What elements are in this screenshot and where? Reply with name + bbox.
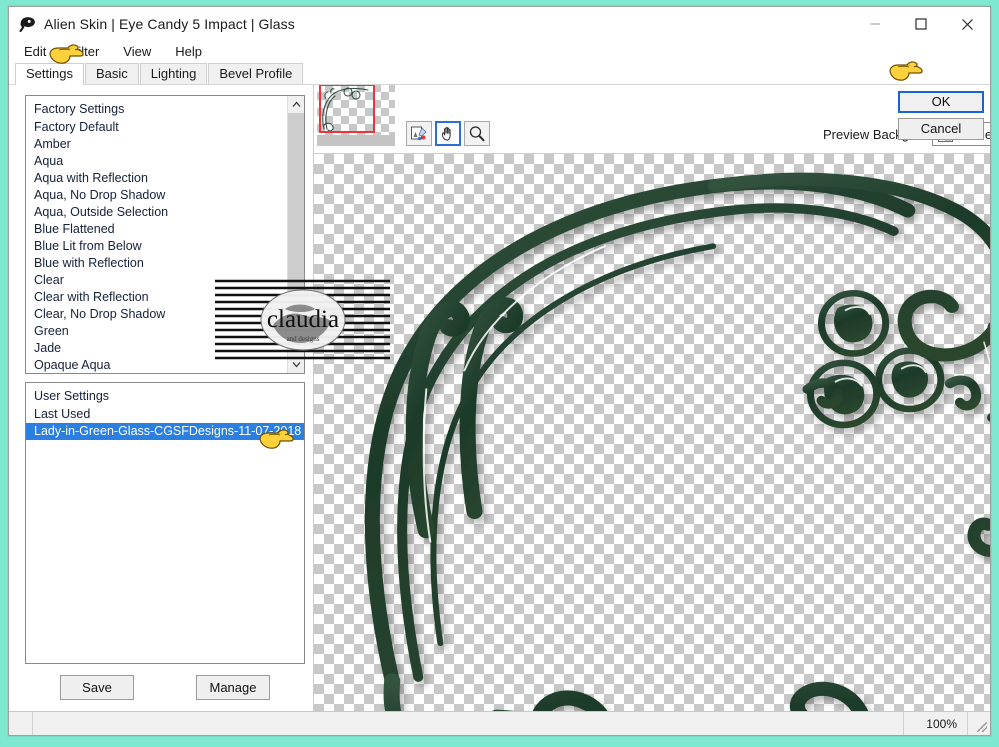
list-item[interactable]: Aqua, Outside Selection [26, 204, 287, 221]
manage-button[interactable]: Manage [196, 675, 270, 701]
scroll-track[interactable] [288, 113, 304, 356]
list-item[interactable]: Opaque Aqua [26, 357, 287, 373]
list-item[interactable]: Blue Flattened [26, 221, 287, 238]
list-item[interactable]: Clear [26, 272, 287, 289]
factory-settings-list-items: Factory Settings Factory Default Amber A… [26, 96, 287, 373]
app-logo-icon [18, 14, 38, 34]
menu-item-edit[interactable]: Edit [19, 43, 55, 61]
save-button[interactable]: Save [60, 675, 134, 701]
title-bar: Alien Skin | Eye Candy 5 Impact | Glass [9, 7, 990, 41]
sample-color-tool[interactable] [406, 121, 432, 146]
menu-bar: Edit Filter View Help [9, 41, 990, 63]
work-area: Factory Settings Factory Default Amber A… [9, 85, 990, 711]
maximize-icon[interactable] [898, 7, 944, 41]
preview-canvas[interactable] [314, 153, 990, 711]
user-settings-list[interactable]: User Settings Last Used Lady-in-Green-Gl… [25, 382, 305, 665]
factory-list-scrollbar[interactable] [287, 96, 304, 374]
list-item[interactable]: Blue Lit from Below [26, 238, 287, 255]
thumbnail-selection-rect[interactable] [319, 85, 375, 133]
close-icon[interactable] [944, 7, 990, 41]
application-window: Alien Skin | Eye Candy 5 Impact | Glass … [8, 6, 991, 736]
settings-panel: Factory Settings Factory Default Amber A… [9, 85, 314, 711]
tab-settings[interactable]: Settings [15, 63, 84, 85]
tab-strip: Settings Basic Lighting Bevel Profile [9, 63, 990, 85]
list-item-selected-row[interactable]: Lady-in-Green-Glass-CGSFDesigns-11-07-20… [26, 423, 304, 441]
menu-item-help[interactable]: Help [170, 43, 211, 61]
tab-lighting[interactable]: Lighting [139, 63, 208, 84]
resize-grip-icon[interactable] [968, 712, 990, 735]
list-item[interactable]: Clear with Reflection [26, 289, 287, 306]
menu-item-filter[interactable]: Filter [65, 43, 108, 61]
scroll-thumb[interactable] [288, 113, 304, 337]
settings-action-buttons: Save Manage [25, 664, 305, 711]
list-item[interactable]: Last Used [26, 406, 304, 423]
window-controls [852, 7, 990, 41]
user-settings-list-items: User Settings Last Used Lady-in-Green-Gl… [26, 383, 304, 663]
preview-thumbnail[interactable] [317, 85, 395, 146]
cancel-button[interactable]: Cancel [898, 118, 984, 140]
scroll-down-icon[interactable] [288, 356, 304, 374]
list-item-selected[interactable]: Lady-in-Green-Glass-CGSFDesigns-11-07-20… [26, 423, 304, 441]
scroll-up-icon[interactable] [288, 96, 304, 113]
tab-bevel-profile[interactable]: Bevel Profile [208, 63, 304, 84]
dialog-buttons: OK Cancel [898, 91, 984, 145]
preview-tool-group [406, 121, 493, 146]
factory-settings-list[interactable]: Factory Settings Factory Default Amber A… [25, 95, 305, 375]
preview-artwork [364, 172, 990, 711]
ok-button[interactable]: OK [898, 91, 984, 113]
zoom-tool[interactable] [464, 121, 490, 146]
menu-item-view[interactable]: View [118, 43, 160, 61]
list-item[interactable]: Green [26, 323, 287, 340]
list-item[interactable]: Aqua [26, 153, 287, 170]
list-item[interactable]: Aqua, No Drop Shadow [26, 187, 287, 204]
list-item[interactable]: Amber [26, 136, 287, 153]
list-item[interactable]: Factory Default [26, 119, 287, 136]
pan-hand-tool[interactable] [435, 121, 461, 146]
list-item-group-header: User Settings [34, 389, 110, 404]
status-bar: 100% [9, 711, 990, 735]
thumbnail-footer-strip [317, 135, 395, 146]
status-left-cell [9, 712, 33, 735]
list-item[interactable]: Clear, No Drop Shadow [26, 306, 287, 323]
list-item[interactable]: Blue with Reflection [26, 255, 287, 272]
status-message [33, 712, 904, 735]
preview-panel: Preview Background: None [314, 85, 990, 711]
minimize-icon[interactable] [852, 7, 898, 41]
preview-toolbar: Preview Background: None [314, 85, 990, 153]
list-item[interactable]: Jade [26, 340, 287, 357]
list-item-group-header: Factory Settings [34, 102, 125, 116]
tab-basic[interactable]: Basic [84, 63, 139, 84]
window-title: Alien Skin | Eye Candy 5 Impact | Glass [44, 16, 295, 32]
status-zoom-level: 100% [904, 712, 968, 735]
list-item[interactable]: Aqua with Reflection [26, 170, 287, 187]
